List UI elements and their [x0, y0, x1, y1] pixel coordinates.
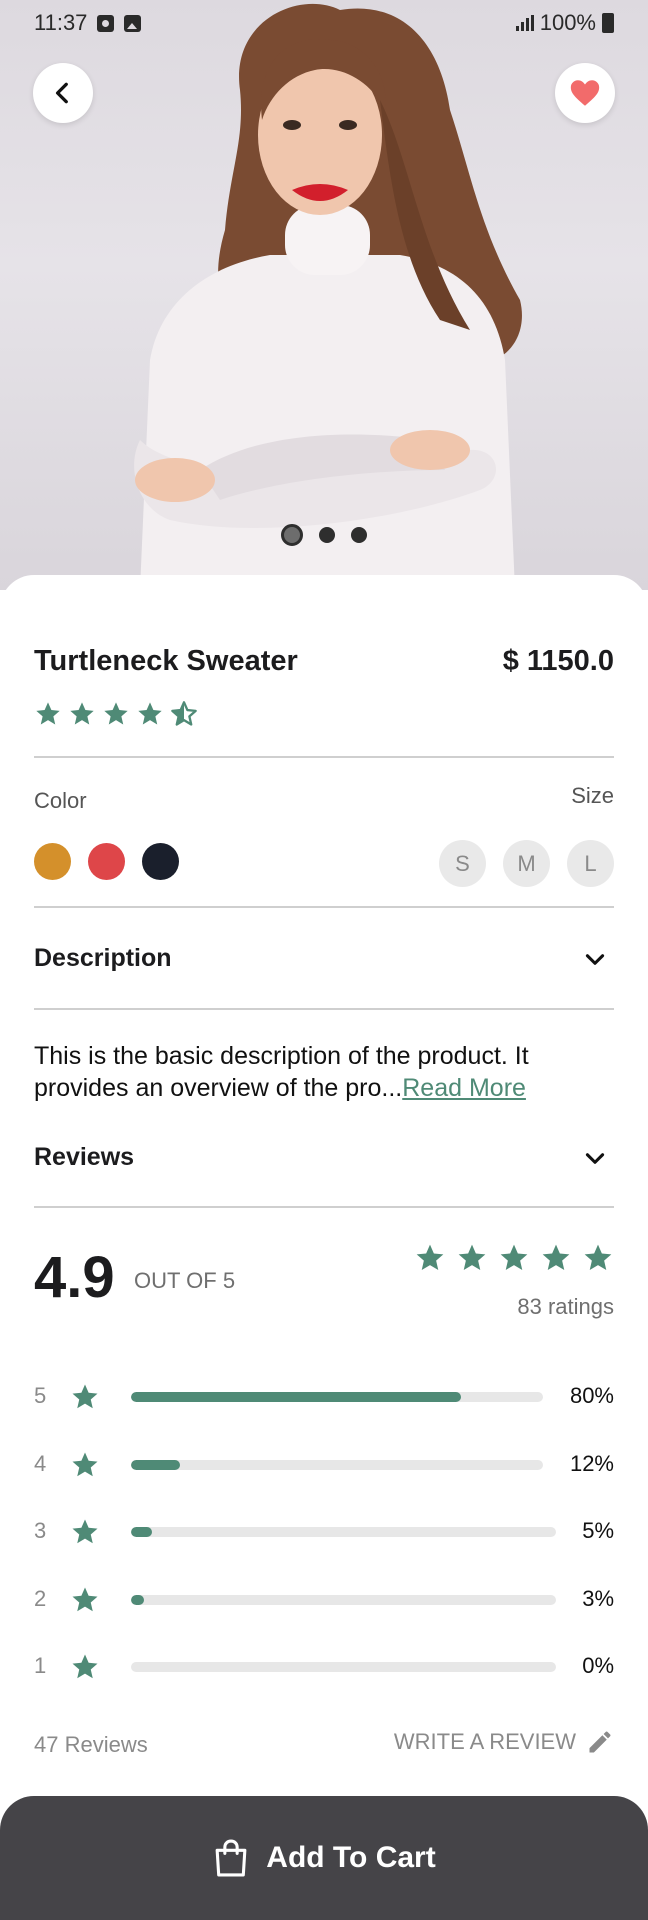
rating-row-1: 1 0% — [34, 1648, 614, 1688]
size-option-l[interactable]: L — [567, 840, 614, 887]
size-option-m[interactable]: M — [503, 840, 550, 887]
rating-row-percent: 80% — [569, 1383, 614, 1408]
rating-bar — [131, 1460, 543, 1470]
add-to-cart-label: Add To Cart — [266, 1841, 436, 1874]
rating-row-2: 2 3% — [34, 1581, 614, 1621]
carousel-dot-3[interactable] — [351, 527, 367, 543]
color-label: Color — [34, 788, 87, 813]
star-half-icon — [171, 701, 197, 726]
rating-row-stars: 5 — [34, 1383, 47, 1408]
size-options: S M L — [439, 840, 614, 887]
reviews-title[interactable]: Reviews — [34, 1143, 134, 1172]
chevron-down-icon[interactable] — [582, 946, 608, 972]
rating-bar-fill — [131, 1460, 181, 1470]
gallery-notification-icon — [124, 14, 142, 32]
favorite-button[interactable] — [555, 63, 615, 123]
carousel-dot-1[interactable] — [281, 524, 303, 546]
add-to-cart-button[interactable]: Add To Cart — [0, 1796, 648, 1920]
rating-row-stars: 2 — [34, 1586, 47, 1611]
product-name: Turtleneck Sweater — [34, 645, 298, 677]
description-text: This is the basic description of the pro… — [34, 1040, 614, 1104]
star-icon — [72, 1384, 98, 1409]
star-icon — [72, 1654, 98, 1679]
color-swatch-1[interactable] — [34, 843, 71, 880]
star-icon — [104, 702, 128, 725]
rating-row-4: 4 12% — [34, 1446, 614, 1486]
star-icon — [138, 702, 162, 725]
average-rating: 4.9 — [34, 1245, 115, 1310]
rating-bar — [131, 1527, 556, 1537]
star-icon — [458, 1244, 486, 1270]
rating-row-5: 5 80% — [34, 1378, 614, 1418]
rating-row-3: 3 5% — [34, 1513, 614, 1553]
rating-row-percent: 12% — [569, 1451, 614, 1476]
carousel-dot-2[interactable] — [319, 527, 335, 543]
divider — [34, 1206, 614, 1208]
star-icon — [584, 1244, 612, 1270]
rating-row-stars: 4 — [34, 1451, 47, 1476]
star-icon — [72, 1587, 98, 1612]
rating-bar-fill — [131, 1527, 153, 1537]
write-review-label: WRITE A REVIEW — [393, 1729, 576, 1754]
notification-icon — [97, 14, 115, 32]
product-photo — [134, 3, 522, 590]
divider — [34, 1008, 614, 1010]
chevron-down-icon[interactable] — [582, 1145, 608, 1171]
size-label: Size — [571, 783, 614, 808]
size-option-s[interactable]: S — [439, 840, 486, 887]
product-price: $ 1150.0 — [502, 645, 614, 677]
status-time: 11:37 — [34, 10, 88, 35]
signal-icon — [515, 15, 534, 31]
read-more-link[interactable]: Read More — [402, 1074, 526, 1102]
divider — [34, 756, 614, 758]
rating-row-stars: 3 — [34, 1518, 47, 1543]
battery-percent: 100% — [539, 10, 596, 35]
chevron-left-icon — [55, 82, 68, 104]
rating-scale: OUT OF 5 — [134, 1268, 236, 1293]
description-title[interactable]: Description — [34, 944, 172, 973]
color-swatch-3[interactable] — [142, 843, 179, 880]
pencil-icon — [589, 1731, 611, 1753]
heart-icon — [570, 80, 600, 106]
star-icon — [36, 702, 60, 725]
star-icon — [416, 1244, 444, 1270]
star-icon — [72, 1519, 98, 1544]
color-swatch-2[interactable] — [88, 843, 125, 880]
average-rating-stars — [414, 1242, 614, 1274]
rating-bar — [131, 1595, 556, 1605]
star-icon — [542, 1244, 570, 1270]
rating-row-percent: 0% — [582, 1653, 614, 1678]
rating-bar — [131, 1662, 556, 1672]
rating-bar — [131, 1392, 543, 1402]
star-icon — [70, 702, 94, 725]
star-icon — [500, 1244, 528, 1270]
color-options — [34, 843, 179, 880]
product-image-carousel[interactable]: 11:37 100% — [0, 0, 648, 590]
product-rating-stars — [34, 700, 198, 728]
ratings-count: 83 ratings — [517, 1294, 614, 1319]
rating-row-percent: 3% — [582, 1586, 614, 1611]
total-reviews-link[interactable]: 47 Reviews — [34, 1732, 148, 1758]
rating-bar-fill — [131, 1595, 144, 1605]
battery-icon — [602, 13, 614, 33]
status-bar: 11:37 100% — [0, 0, 648, 46]
divider — [34, 906, 614, 908]
rating-row-stars: 1 — [34, 1653, 47, 1678]
rating-row-percent: 5% — [582, 1518, 614, 1543]
carousel-indicator — [0, 524, 648, 546]
write-review-button[interactable]: WRITE A REVIEW — [394, 1728, 614, 1756]
rating-bar-fill — [131, 1392, 461, 1402]
back-button[interactable] — [33, 63, 93, 123]
shopping-bag-icon — [215, 1839, 247, 1877]
star-icon — [72, 1452, 98, 1477]
